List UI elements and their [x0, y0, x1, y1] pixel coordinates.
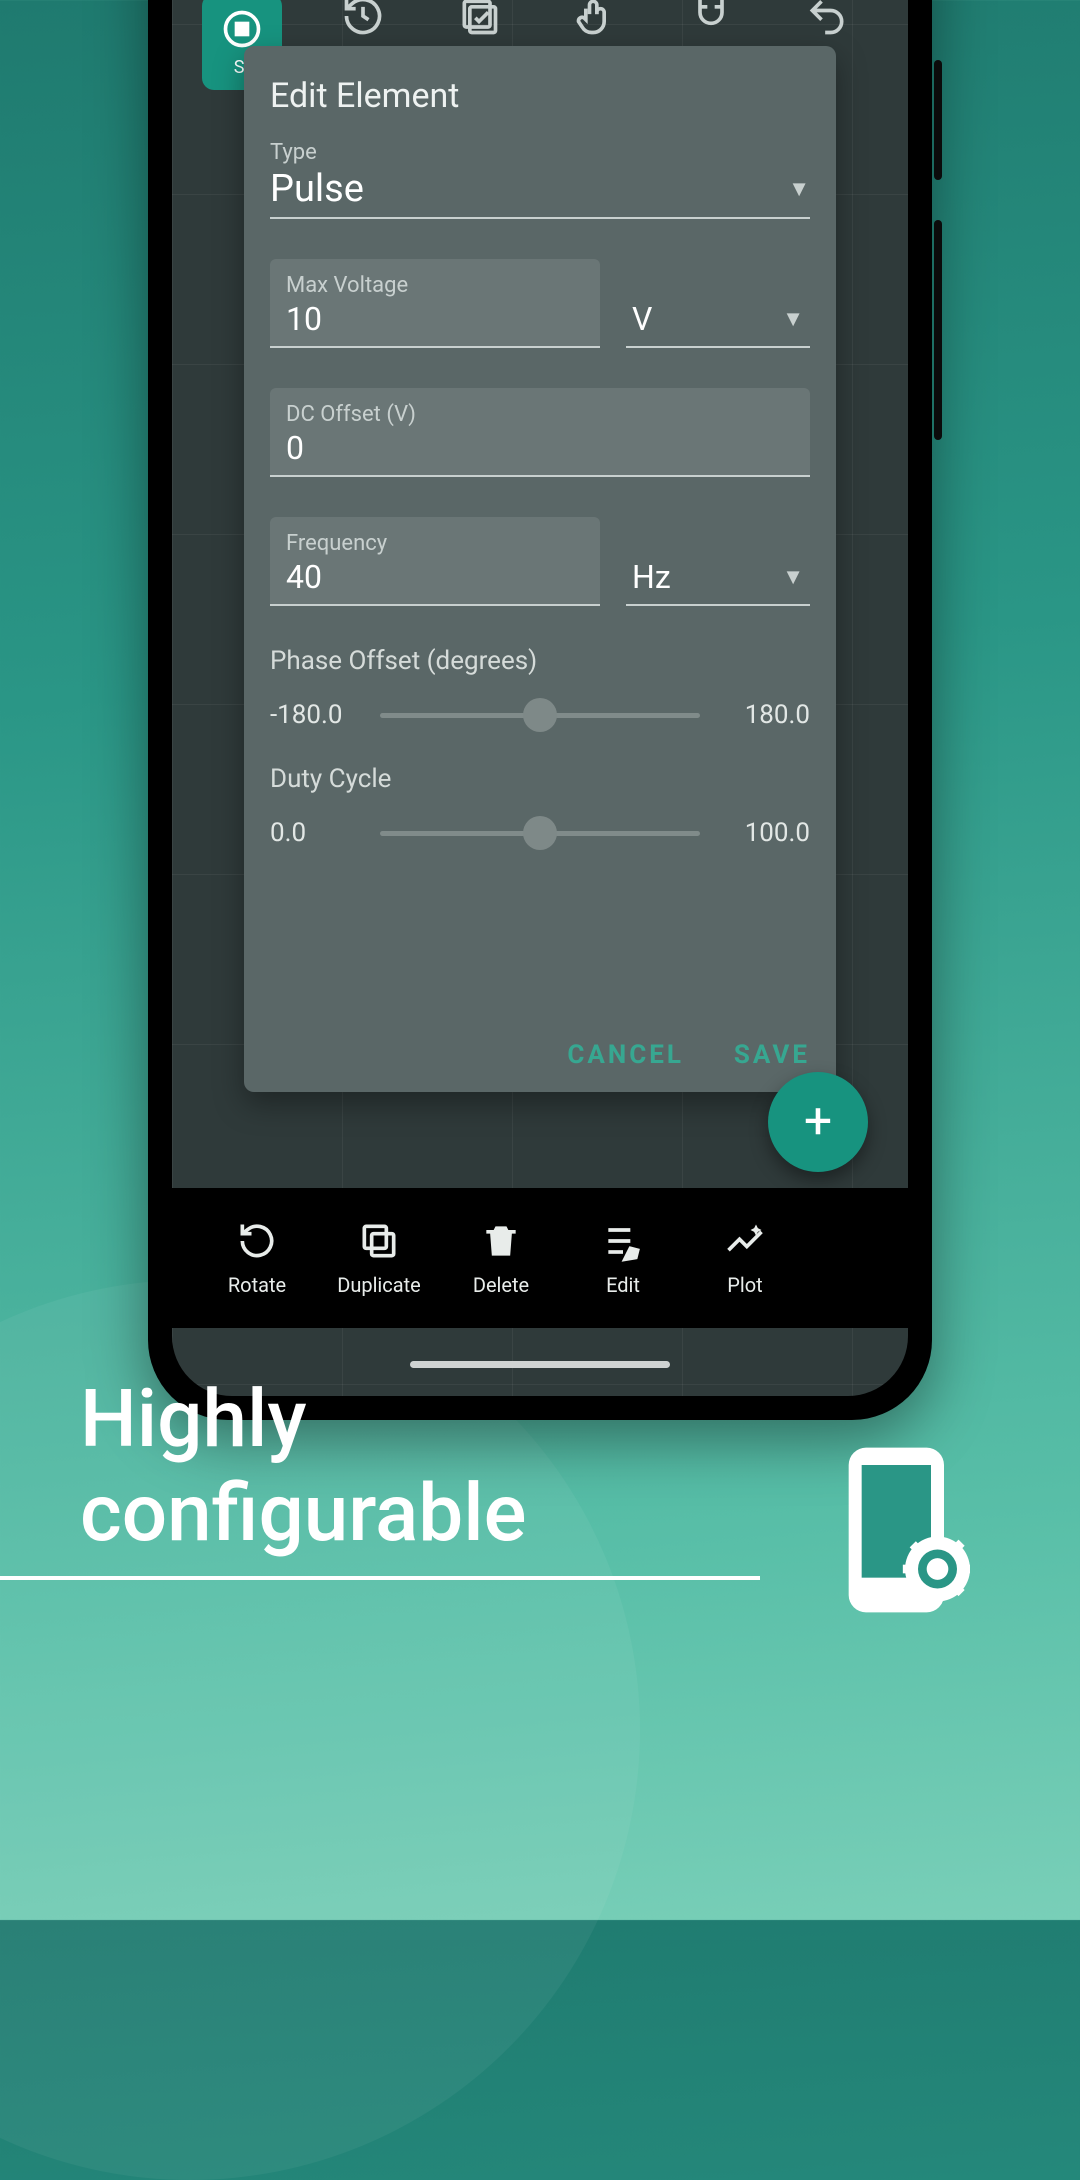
- nav-label: Duplicate: [337, 1273, 421, 1297]
- duplicate-icon: [357, 1219, 401, 1263]
- undo-icon: [805, 0, 849, 38]
- plot-icon: [723, 1219, 767, 1263]
- phase-max: 180.0: [724, 700, 810, 730]
- delete-icon: [479, 1219, 523, 1263]
- nav-label: Plot: [727, 1273, 762, 1297]
- max-voltage-unit-select[interactable]: V ▼: [626, 300, 810, 348]
- type-label: Type: [270, 140, 810, 165]
- duty-max: 100.0: [724, 818, 810, 848]
- plus-icon: +: [804, 1093, 832, 1151]
- nav-edit[interactable]: Edit: [568, 1219, 678, 1297]
- frequency-unit: Hz: [632, 558, 671, 596]
- top-tool-touch[interactable]: [560, 0, 630, 38]
- history-icon: [341, 0, 385, 38]
- home-indicator: [410, 1361, 670, 1368]
- rotate-icon: [235, 1219, 279, 1263]
- max-voltage-value: 10: [286, 300, 584, 338]
- checklist-icon: [457, 0, 501, 38]
- max-voltage-label: Max Voltage: [286, 273, 584, 298]
- nav-label: Delete: [473, 1273, 529, 1297]
- promo-underline: [0, 1576, 760, 1580]
- slider-thumb[interactable]: [523, 698, 557, 732]
- dc-offset-label: DC Offset (V): [286, 402, 794, 427]
- duty-cycle-slider[interactable]: [380, 831, 700, 836]
- nav-delete[interactable]: Delete: [446, 1219, 556, 1297]
- save-button[interactable]: SAVE: [734, 1040, 810, 1070]
- top-tool-checklist[interactable]: [444, 0, 514, 38]
- frequency-value: 40: [286, 558, 584, 596]
- max-voltage-field[interactable]: Max Voltage 10: [270, 259, 600, 348]
- phase-offset-slider[interactable]: [380, 713, 700, 718]
- nav-plot[interactable]: Plot: [690, 1219, 800, 1297]
- cancel-button[interactable]: CANCEL: [567, 1040, 684, 1070]
- type-value: Pulse: [270, 167, 364, 211]
- promo-tagline: Highly configurable: [0, 1372, 760, 1560]
- duty-cycle-label: Duty Cycle: [270, 764, 810, 794]
- top-tool-magnet[interactable]: [676, 0, 746, 38]
- chevron-down-icon: ▼: [788, 176, 810, 202]
- dc-offset-value: 0: [286, 429, 794, 467]
- nav-rotate[interactable]: Rotate: [202, 1219, 312, 1297]
- duty-cycle-slider-row: 0.0 100.0: [270, 818, 810, 848]
- dialog-actions: CANCEL SAVE: [567, 1040, 810, 1070]
- slider-thumb[interactable]: [523, 816, 557, 850]
- nav-label: Edit: [606, 1273, 640, 1297]
- chevron-down-icon: ▼: [782, 564, 804, 590]
- add-button[interactable]: +: [768, 1072, 868, 1172]
- frequency-field[interactable]: Frequency 40: [270, 517, 600, 606]
- promo-phone-settings-icon: [840, 1440, 970, 1620]
- top-tool-undo[interactable]: [792, 0, 862, 38]
- bottom-nav: Rotate Duplicate Delete Edit Plot: [172, 1188, 908, 1328]
- nav-duplicate[interactable]: Duplicate: [324, 1219, 434, 1297]
- phase-offset-slider-row: -180.0 180.0: [270, 700, 810, 730]
- touch-icon: [573, 0, 617, 38]
- nav-label: Rotate: [228, 1273, 286, 1297]
- frequency-label: Frequency: [286, 531, 584, 556]
- phone-screen: St Edit Element Type Pulse: [172, 0, 908, 1396]
- phone-frame: St Edit Element Type Pulse: [148, 0, 932, 1420]
- magnet-icon: [689, 0, 733, 38]
- max-voltage-unit: V: [632, 300, 652, 338]
- stop-icon: [220, 7, 264, 51]
- dialog-title: Edit Element: [270, 76, 810, 116]
- dc-offset-field[interactable]: DC Offset (V) 0: [270, 388, 810, 477]
- type-select[interactable]: Pulse ▼: [270, 167, 810, 219]
- phase-offset-label: Phase Offset (degrees): [270, 646, 810, 676]
- phase-min: -180.0: [270, 700, 356, 730]
- duty-min: 0.0: [270, 818, 356, 848]
- top-tool-history[interactable]: [328, 0, 398, 38]
- edit-icon: [601, 1219, 645, 1263]
- chevron-down-icon: ▼: [782, 306, 804, 332]
- frequency-unit-select[interactable]: Hz ▼: [626, 558, 810, 606]
- edit-element-dialog: Edit Element Type Pulse ▼ Max Voltage 10…: [244, 46, 836, 1092]
